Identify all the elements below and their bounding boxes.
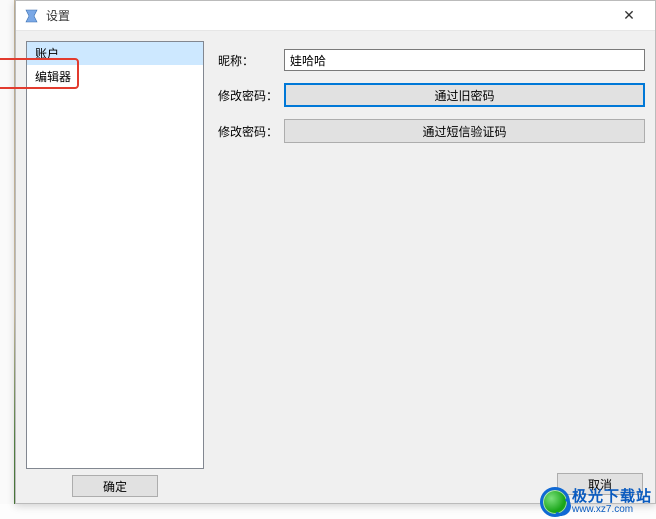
button-label: 确定 (103, 478, 127, 495)
change-password-old-button[interactable]: 通过旧密码 (284, 83, 645, 107)
nickname-label: 昵称： (218, 52, 280, 69)
button-label: 通过旧密码 (434, 87, 494, 104)
content-footer: 取消 (218, 469, 645, 497)
content-pane: 昵称： 修改密码： 通过旧密码 修改密码： 通过短信验证码 取消 (218, 41, 645, 497)
confirm-button[interactable]: 确定 (72, 475, 158, 497)
settings-dialog: 设置 ✕ 账户 编辑器 确定 昵称： (15, 0, 656, 504)
change-password-sms-button[interactable]: 通过短信验证码 (284, 119, 645, 143)
sidebar-item-label: 账户 (35, 47, 59, 61)
sidebar-item-editor[interactable]: 编辑器 (27, 65, 203, 88)
button-label: 通过短信验证码 (422, 123, 506, 140)
app-icon (24, 8, 40, 24)
settings-form: 昵称： 修改密码： 通过旧密码 修改密码： 通过短信验证码 (218, 49, 645, 143)
nickname-input[interactable] (284, 49, 645, 71)
sidebar-item-account[interactable]: 账户 (27, 42, 203, 65)
cancel-button[interactable]: 取消 (557, 473, 643, 495)
close-icon: ✕ (623, 7, 635, 24)
sidebar-list[interactable]: 账户 编辑器 (26, 41, 204, 469)
sidebar-item-label: 编辑器 (35, 70, 71, 84)
button-label: 取消 (588, 476, 612, 493)
change-password-label-1: 修改密码： (218, 87, 280, 104)
sidebar-column: 账户 编辑器 确定 (26, 41, 204, 497)
dialog-body: 账户 编辑器 确定 昵称： 修改密码： 通过旧密码 修改密码： (16, 31, 655, 503)
backdrop-bottom (0, 504, 656, 519)
change-password-label-2: 修改密码： (218, 123, 280, 140)
close-button[interactable]: ✕ (609, 2, 649, 30)
window-title: 设置 (46, 7, 609, 24)
titlebar: 设置 ✕ (16, 1, 655, 31)
